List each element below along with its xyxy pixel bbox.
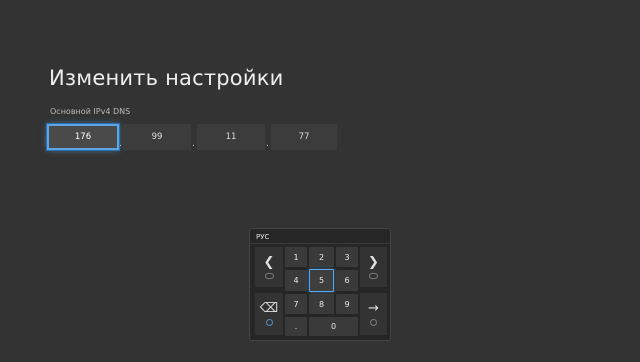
arrow-right-icon: → <box>368 301 379 316</box>
settings-screen: Изменить настройки Основной IPv4 DNS 176… <box>0 0 640 362</box>
dns-octet-separator: . <box>266 139 269 149</box>
key-8[interactable]: 8 <box>309 294 334 314</box>
dns-octet-2-input[interactable]: 99 <box>123 124 191 150</box>
keypad-divider <box>250 243 390 244</box>
lb-hint-icon <box>264 272 274 279</box>
backspace-button[interactable]: ⌫ <box>255 293 283 335</box>
key-3[interactable]: 3 <box>336 247 358 267</box>
keyboard-layout-label: РУС <box>256 233 270 241</box>
menu-button-hint-icon <box>370 319 377 326</box>
dns-octet-1-input[interactable]: 176 <box>47 124 119 150</box>
key-4[interactable]: 4 <box>285 270 307 291</box>
key-9[interactable]: 9 <box>336 294 358 314</box>
key-5[interactable]: 5 <box>309 269 334 292</box>
dns-field-label: Основной IPv4 DNS <box>50 107 131 116</box>
chevron-left-icon: ❮ <box>263 254 275 270</box>
dns-octet-3-input[interactable]: 11 <box>197 124 265 150</box>
key-2[interactable]: 2 <box>309 247 334 267</box>
dns-octet-separator: . <box>119 139 122 149</box>
chevron-right-icon: ❯ <box>368 254 379 270</box>
key-0[interactable]: 0 <box>309 317 358 336</box>
key-6[interactable]: 6 <box>336 270 358 291</box>
backspace-icon: ⌫ <box>259 301 279 316</box>
cursor-left-button[interactable]: ❮ <box>255 247 283 287</box>
dns-octet-4-input[interactable]: 77 <box>271 124 337 150</box>
key-7[interactable]: 7 <box>285 294 307 314</box>
dns-octet-separator: . <box>192 139 195 149</box>
key-dot[interactable]: . <box>285 317 307 336</box>
numeric-keypad: РУС ❮ ⌫ 1 2 3 4 5 6 7 8 9 . 0 ❯ → <box>249 228 391 341</box>
rb-hint-icon <box>369 272 378 279</box>
x-button-hint-icon <box>265 319 273 326</box>
page-title: Изменить настройки <box>49 66 284 90</box>
enter-button[interactable]: → <box>360 293 387 335</box>
key-1[interactable]: 1 <box>285 247 307 267</box>
cursor-right-button[interactable]: ❯ <box>360 247 387 287</box>
